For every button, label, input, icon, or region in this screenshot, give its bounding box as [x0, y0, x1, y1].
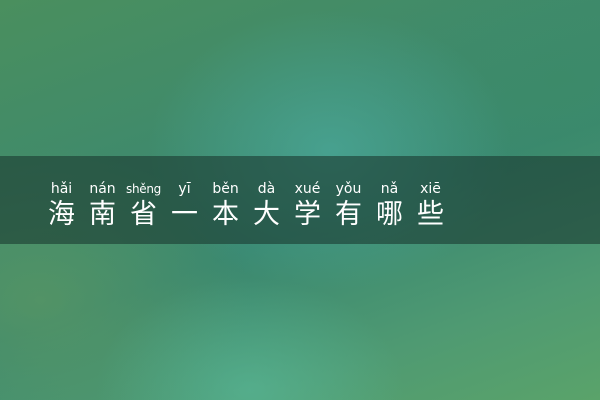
pinyin-label: xué [294, 181, 321, 197]
title-char-1: hǎi 海 [44, 180, 79, 232]
hanzi-char: 海 [48, 199, 75, 230]
hanzi-char: 哪 [376, 199, 403, 230]
title-char-5: běn 本 [208, 180, 243, 232]
cover-image: hǎi 海 nán 南 shěng 省 yī 一 běn 本 dà 大 xué … [0, 0, 600, 400]
title-char-9: nǎ 哪 [372, 180, 407, 232]
title-char-7: xué 学 [290, 180, 325, 232]
hanzi-char: 大 [253, 199, 280, 230]
title-char-2: nán 南 [85, 180, 120, 232]
pinyin-label: yǒu [335, 181, 362, 197]
title-char-3: shěng 省 [126, 180, 161, 232]
hanzi-char: 学 [294, 199, 321, 230]
page-title: hǎi 海 nán 南 shěng 省 yī 一 běn 本 dà 大 xué … [44, 180, 454, 232]
title-char-6: dà 大 [249, 180, 284, 232]
title-char-4: yī 一 [167, 180, 202, 232]
pinyin-label: nán [89, 181, 116, 197]
hanzi-char: 省 [130, 199, 157, 230]
hanzi-char: 有 [335, 199, 362, 230]
title-char-10: xiē 些 [413, 180, 448, 232]
pinyin-label: xiē [420, 181, 441, 197]
hanzi-char: 本 [212, 199, 239, 230]
pinyin-label: yī [178, 181, 191, 197]
pinyin-label: nǎ [380, 181, 399, 197]
pinyin-label: dà [257, 181, 276, 197]
hanzi-char: 南 [89, 199, 116, 230]
hanzi-char: 一 [171, 199, 198, 230]
hanzi-char: 些 [417, 199, 444, 230]
pinyin-label: hǎi [50, 181, 73, 197]
pinyin-label: shěng [126, 182, 161, 196]
title-char-8: yǒu 有 [331, 180, 366, 232]
pinyin-label: běn [212, 181, 239, 197]
